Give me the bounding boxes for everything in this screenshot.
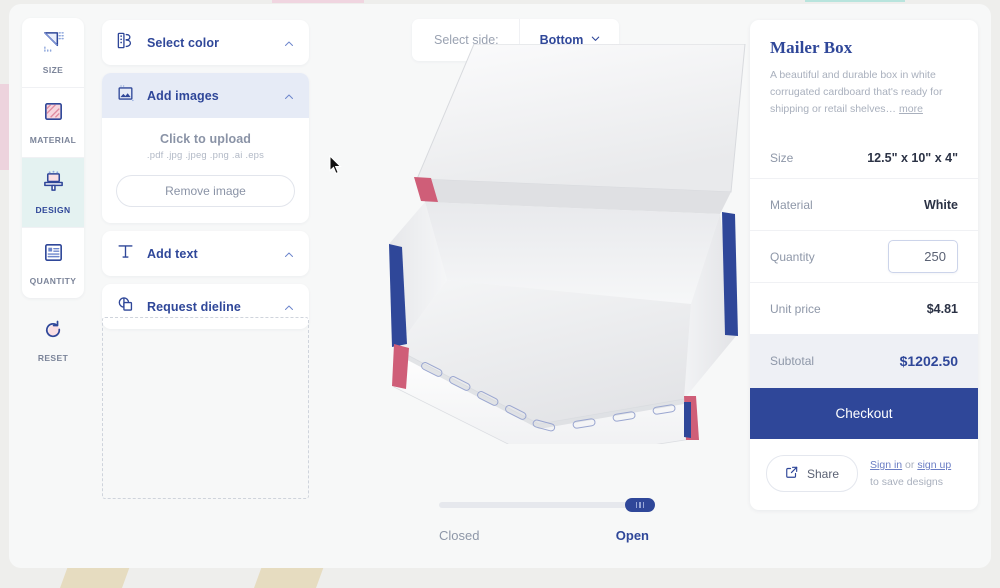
reset-label: RESET: [37, 352, 69, 363]
color-palette-icon: [116, 31, 135, 55]
save-note-tail: to save designs: [870, 475, 943, 488]
slider-track[interactable]: [439, 498, 655, 512]
add-images-label: Add images: [147, 88, 219, 103]
chevron-up-icon[interactable]: [283, 301, 295, 313]
image-frame-icon: [116, 84, 135, 108]
tool-rail: SIZE MATERIAL DESIGN QUANTITY: [22, 18, 84, 298]
ruler-triangle-icon: [42, 30, 65, 58]
rail-item-design-label: DESIGN: [35, 205, 71, 215]
rail-item-size-label: SIZE: [42, 65, 64, 75]
page-accent-tan-right: [253, 566, 325, 588]
page-accent-teal-top: [805, 0, 905, 2]
sign-in-link[interactable]: Sign in: [870, 459, 902, 471]
summary-row-size-value: 12.5" x 10" x 4": [867, 151, 958, 165]
save-designs-note: Sign in or sign up to save designs: [870, 457, 962, 490]
slider-labels: Closed Open: [439, 528, 649, 543]
order-summary-panel: Mailer Box A beautiful and durable box i…: [750, 20, 978, 510]
add-images-card: Add images Click to upload .pdf .jpg .jp…: [102, 73, 309, 223]
image-drop-area[interactable]: [102, 317, 309, 499]
add-images-header[interactable]: Add images: [102, 73, 309, 118]
summary-row-subtotal: Subtotal $1202.50: [750, 334, 978, 388]
upload-title: Click to upload: [159, 132, 252, 146]
rail-item-design[interactable]: DESIGN: [22, 158, 84, 228]
summary-row-material-value: White: [923, 197, 958, 212]
select-color-header[interactable]: Select color: [102, 20, 309, 65]
box-configurator-app: SIZE MATERIAL DESIGN QUANTITY RESET Sele…: [9, 4, 991, 568]
rail-item-quantity-label: QUANTITY: [29, 275, 77, 286]
share-button-label: Share: [807, 466, 840, 481]
summary-row-size-key: Size: [770, 151, 794, 165]
add-text-label: Add text: [147, 246, 198, 261]
summary-row-subtotal-key: Subtotal: [770, 354, 815, 368]
open-closed-slider: Closed Open: [439, 498, 655, 543]
product-description: A beautiful and durable box in white cor…: [770, 67, 958, 118]
upload-dropzone[interactable]: Click to upload .pdf .jpg .jpeg .png .ai…: [102, 118, 309, 223]
summary-row-unit-price-value: $4.81: [926, 301, 958, 316]
summary-row-unit-price: Unit price $4.81: [750, 282, 978, 334]
save-note-or: or: [902, 459, 918, 472]
checkout-button[interactable]: Checkout: [750, 388, 978, 439]
box-3d-preview[interactable]: [339, 43, 759, 463]
design-brush-icon: [42, 170, 65, 198]
list-quantity-icon: [42, 241, 65, 269]
remove-image-button[interactable]: Remove image: [116, 175, 295, 207]
select-color-card: Select color: [102, 20, 309, 65]
rail-item-material-label: MATERIAL: [29, 135, 77, 145]
product-header: Mailer Box A beautiful and durable box i…: [750, 20, 978, 138]
summary-row-subtotal-value: $1202.50: [899, 353, 958, 369]
request-dieline-label: Request dieline: [147, 299, 241, 314]
dieline-layers-icon: [116, 295, 135, 319]
select-color-label: Select color: [147, 35, 220, 50]
chevron-up-icon[interactable]: [283, 90, 295, 102]
add-text-header[interactable]: Add text: [102, 231, 309, 276]
chevron-up-icon[interactable]: [283, 248, 295, 260]
summary-row-size: Size 12.5" x 10" x 4": [750, 138, 978, 178]
summary-row-material: Material White: [750, 178, 978, 230]
reset-button[interactable]: RESET: [22, 304, 84, 376]
slider-label-closed[interactable]: Closed: [439, 528, 479, 543]
share-external-icon: [785, 465, 799, 482]
summary-row-quantity: Quantity: [750, 230, 978, 282]
slider-thumb[interactable]: [625, 498, 655, 512]
slider-label-open[interactable]: Open: [616, 528, 649, 543]
summary-row-quantity-key: Quantity: [770, 249, 815, 264]
material-swatch-icon: [42, 100, 65, 128]
preview-stage: Select side: Bottom Closed Open: [319, 4, 749, 568]
page-title: Mailer Box: [770, 38, 853, 57]
summary-row-material-key: Material: [770, 197, 813, 212]
rail-item-size[interactable]: SIZE: [22, 18, 84, 88]
mouse-cursor: [329, 154, 343, 180]
quantity-input[interactable]: [888, 240, 958, 273]
sign-up-link[interactable]: sign up: [917, 459, 951, 471]
reset-circular-arrow-icon: [42, 318, 65, 346]
summary-footer: Share Sign in or sign up to save designs: [750, 439, 978, 510]
chevron-up-icon[interactable]: [283, 37, 295, 49]
page-accent-pink-top: [272, 0, 364, 3]
add-text-card: Add text: [102, 231, 309, 276]
page-accent-tan-left: [59, 566, 131, 588]
share-button[interactable]: Share: [766, 455, 859, 492]
more-link[interactable]: more: [899, 103, 923, 115]
text-t-icon: [116, 242, 135, 266]
rail-item-material[interactable]: MATERIAL: [22, 88, 84, 158]
summary-row-unit-price-key: Unit price: [770, 301, 821, 316]
rail-item-quantity[interactable]: QUANTITY: [22, 228, 84, 298]
upload-formats: .pdf .jpg .jpeg .png .ai .eps: [146, 150, 265, 161]
design-tool-panel: Select color Add images Click to upload …: [102, 20, 309, 337]
